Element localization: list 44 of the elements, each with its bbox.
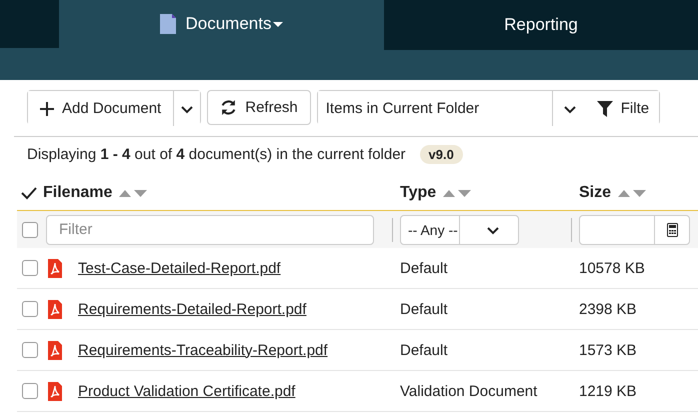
sort-icon[interactable] xyxy=(118,188,148,198)
table-cell-text: 10578 KB xyxy=(578,260,646,276)
refresh-button[interactable]: Refresh xyxy=(207,90,311,125)
status-text: Displaying 1 - 4 out of 4 document(s) in the current folder xyxy=(27,146,406,163)
plus-icon xyxy=(40,102,54,116)
filter-field[interactable]: Filter xyxy=(46,214,374,244)
file-link[interactable]: Test-Case-Detailed-Report.pdf xyxy=(78,260,281,276)
file-link[interactable]: Requirements-Traceability-Report.pdf xyxy=(78,342,328,358)
type-select[interactable]: -- Any -- xyxy=(400,214,519,244)
file-link[interactable]: Product Validation Certificate.pdf xyxy=(78,382,296,400)
dropdown-button[interactable] xyxy=(173,91,200,126)
pdf-icon xyxy=(48,340,62,360)
sort-icon[interactable] xyxy=(617,188,648,198)
refresh-icon xyxy=(220,99,238,116)
add-document-button[interactable]: Add Document xyxy=(28,91,174,126)
table-cell-text: Default xyxy=(399,260,449,276)
table-cell-text: Default xyxy=(399,342,449,358)
sort-icon[interactable] xyxy=(442,188,472,198)
view-select[interactable]: Items in Current Folder xyxy=(318,91,552,126)
column-header[interactable]: Size xyxy=(579,184,612,202)
pdf-icon xyxy=(48,382,62,400)
table-cell-text: 1219 KB xyxy=(578,382,638,400)
checkbox[interactable] xyxy=(22,260,38,276)
version-badge: v9.0 xyxy=(420,145,463,164)
checkbox[interactable] xyxy=(22,383,38,399)
pdf-icon xyxy=(48,300,62,318)
file-link[interactable]: Requirements-Detailed-Report.pdf xyxy=(78,300,306,318)
column-header[interactable]: Filename xyxy=(43,184,112,202)
check-icon[interactable] xyxy=(21,186,37,200)
checkbox[interactable] xyxy=(22,342,38,358)
table-cell-text: Validation Document xyxy=(399,382,538,400)
checkbox[interactable] xyxy=(22,301,38,317)
cut-off-filter-button[interactable]: Filte xyxy=(586,91,660,126)
size-filter-field[interactable] xyxy=(579,214,690,244)
checkbox[interactable] xyxy=(22,222,38,238)
calculator-icon[interactable] xyxy=(666,222,678,236)
column-header[interactable]: Type xyxy=(400,184,436,202)
pdf-icon xyxy=(48,258,62,278)
table-cell-text: Default xyxy=(399,300,449,318)
table-cell-text: 1573 KB xyxy=(578,342,638,358)
nav-tab[interactable]: Reporting xyxy=(384,0,698,50)
document-icon xyxy=(160,14,176,34)
table-cell-text: 2398 KB xyxy=(578,300,638,318)
filter-icon xyxy=(596,100,613,116)
